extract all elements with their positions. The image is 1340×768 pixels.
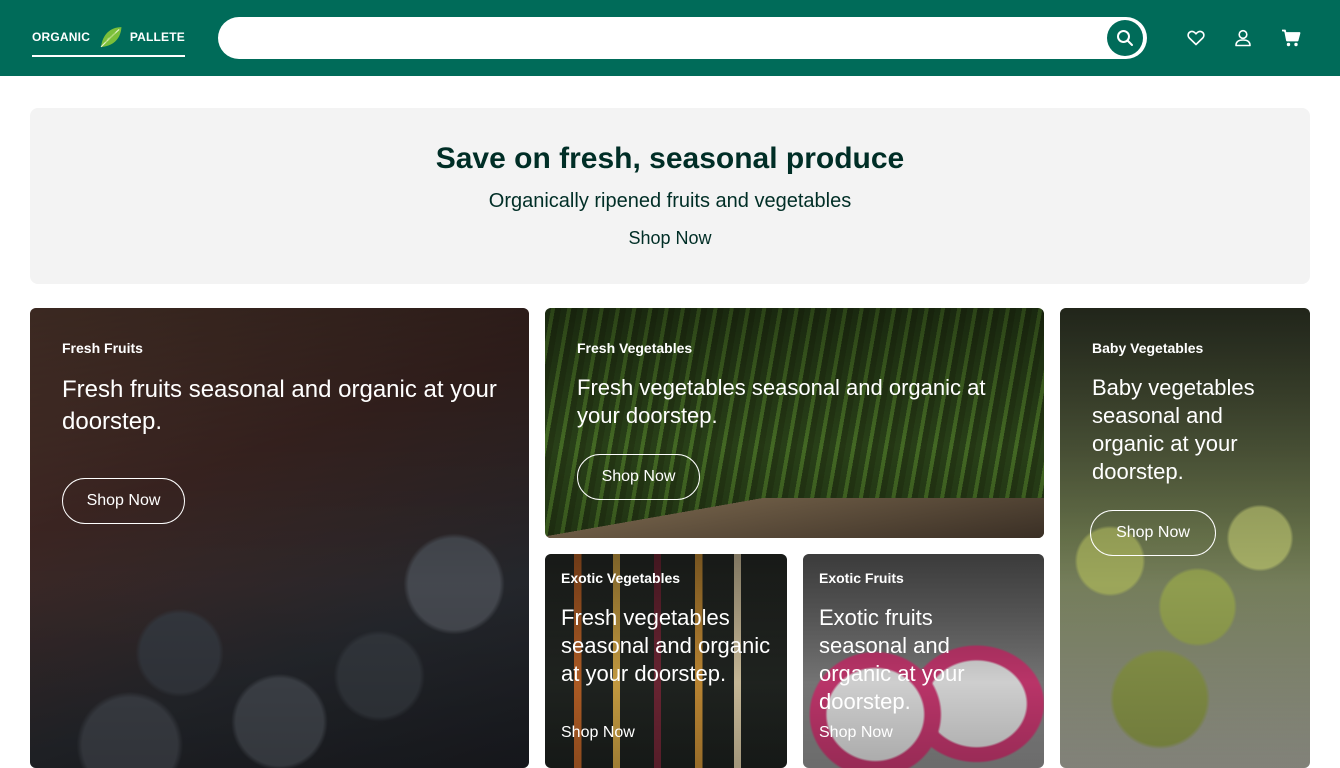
- category-card-fresh-vegetables[interactable]: Fresh Vegetables Fresh vegetables season…: [545, 308, 1044, 538]
- leaf-logo-icon: [100, 26, 122, 47]
- category-description: Fresh vegetables seasonal and organic at…: [577, 375, 986, 428]
- category-description: Baby vegetables seasonal and organic at …: [1092, 375, 1255, 484]
- logo-text-left: ORGANIC: [32, 29, 91, 44]
- category-tag: Baby Vegetables: [1092, 340, 1204, 356]
- search-input[interactable]: [236, 17, 1096, 59]
- logo-text-right: PALLETE: [129, 29, 185, 44]
- category-tag: Exotic Fruits: [819, 570, 904, 586]
- search-bar: [218, 17, 1147, 59]
- shop-now-link[interactable]: Shop Now: [561, 724, 635, 742]
- promo-subtitle: Organically ripened fruits and vegetable…: [488, 190, 852, 212]
- category-tag: Fresh Fruits: [62, 340, 143, 356]
- category-description: Fresh vegetables seasonal and organic at…: [561, 605, 771, 686]
- logo[interactable]: ORGANIC PALLETE: [32, 20, 185, 57]
- shop-now-button[interactable]: Shop Now: [62, 478, 185, 524]
- category-tag: Fresh Vegetables: [577, 340, 693, 356]
- promo-banner: Save on fresh, seasonal produce Organica…: [30, 108, 1310, 284]
- site-header: ORGANIC PALLETE: [0, 0, 1340, 76]
- wishlist-button[interactable]: [1182, 24, 1210, 52]
- user-icon: [1235, 29, 1251, 47]
- category-card-exotic-fruits[interactable]: Exotic Fruits Exotic fruits seasonal and…: [803, 554, 1044, 768]
- cart-icon: [1282, 29, 1301, 47]
- shop-now-link[interactable]: Shop Now: [819, 724, 893, 742]
- category-description: Exotic fruits seasonal and organic at yo…: [819, 605, 965, 714]
- search-button[interactable]: [1107, 20, 1143, 56]
- category-card-baby-vegetables[interactable]: Baby Vegetables Baby vegetables seasonal…: [1060, 308, 1310, 768]
- shop-now-button[interactable]: Shop Now: [1090, 510, 1216, 556]
- promo-shop-now-link[interactable]: Shop Now: [30, 228, 1310, 249]
- promo-title: Save on fresh, seasonal produce: [435, 142, 905, 175]
- search-icon: [1117, 30, 1133, 46]
- account-button[interactable]: [1229, 24, 1257, 52]
- shop-now-button[interactable]: Shop Now: [577, 454, 700, 500]
- category-description: Fresh fruits seasonal and organic at you…: [62, 376, 497, 435]
- category-card-fresh-fruits[interactable]: Fresh Fruits Fresh fruits seasonal and o…: [30, 308, 529, 768]
- heart-icon: [1187, 30, 1205, 46]
- cart-button[interactable]: [1277, 24, 1305, 52]
- category-tag: Exotic Vegetables: [561, 570, 681, 586]
- category-card-exotic-vegetables[interactable]: Exotic Vegetables Fresh vegetables seaso…: [545, 554, 787, 768]
